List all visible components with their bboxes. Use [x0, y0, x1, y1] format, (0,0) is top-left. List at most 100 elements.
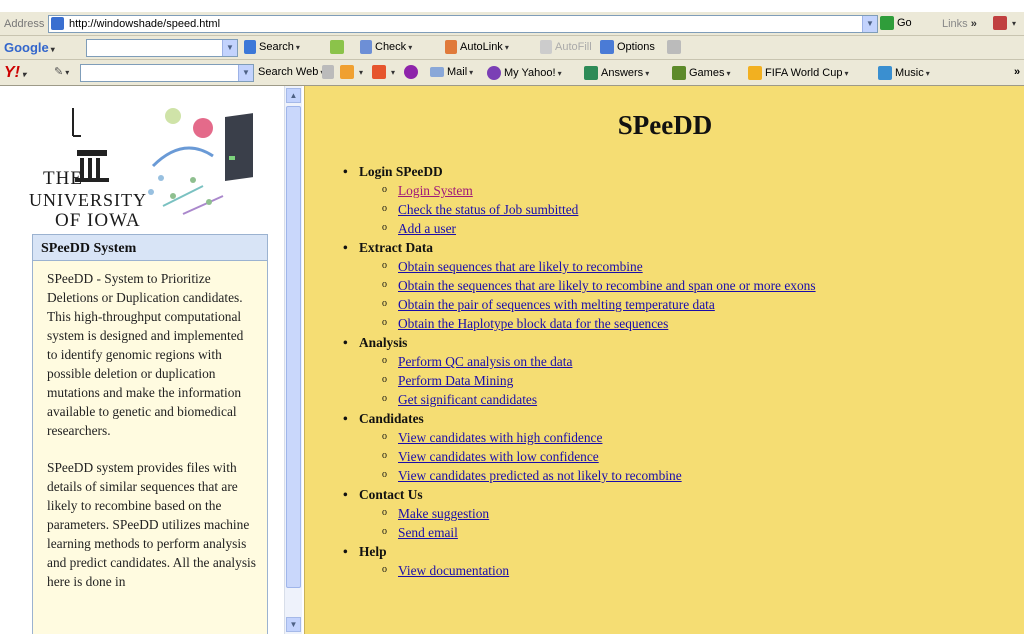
section-login: Login SPeeDD — [337, 162, 1017, 181]
list-item: Obtain the pair of sequences with meltin… — [337, 294, 1017, 314]
sidebar-scrollbar[interactable]: ▲ ▼ — [284, 86, 302, 634]
fifa-label: FIFA World Cup — [765, 66, 843, 79]
my-yahoo-icon — [487, 66, 501, 80]
my-yahoo-button[interactable]: My Yahoo! ▾ — [487, 66, 562, 80]
yahoo-search-input[interactable]: ▼ — [80, 64, 254, 82]
pencil-icon[interactable]: ✎ ▾ — [54, 65, 69, 78]
address-url: http://windowshade/speed.html — [69, 18, 221, 30]
list-item: Check the status of Job sumbitted — [337, 199, 1017, 219]
chevron-down-icon[interactable]: ▼ — [222, 40, 237, 56]
link-check-job-status[interactable]: Check the status of Job sumbitted — [398, 202, 578, 217]
google-g-icon — [244, 40, 256, 54]
scroll-down-arrow-icon[interactable]: ▼ — [286, 617, 301, 632]
go-button[interactable]: Go — [880, 16, 912, 30]
autofill-button[interactable]: AutoFill — [540, 40, 592, 54]
link-low-confidence[interactable]: View candidates with low confidence — [398, 449, 599, 464]
search-web-label: Search Web — [258, 66, 319, 78]
mail-icon — [430, 67, 444, 78]
trophy-icon — [748, 66, 762, 80]
description-paragraph: SPeeDD system provides files with detail… — [47, 460, 256, 589]
logo-university: UNIVERSITY — [29, 190, 147, 210]
highlighter-icon[interactable] — [667, 40, 684, 54]
link-significant-candidates[interactable]: Get significant candidates — [398, 392, 537, 407]
scroll-up-arrow-icon[interactable]: ▲ — [286, 88, 301, 103]
list-item: Login System — [337, 180, 1017, 200]
list-item: Obtain the sequences that are likely to … — [337, 275, 1017, 295]
bookmarks-icon[interactable]: ▾ — [340, 65, 363, 79]
games-label: Games — [689, 66, 725, 79]
options-label: Options — [617, 40, 655, 53]
chevron-down-icon[interactable]: ▼ — [862, 16, 877, 32]
scrollbar-thumb[interactable] — [286, 106, 301, 588]
logo-the: THE — [43, 168, 83, 189]
options-button[interactable]: Options — [600, 40, 655, 54]
link-high-confidence[interactable]: View candidates with high confidence — [398, 430, 602, 445]
toolbar-overflow[interactable]: » — [1014, 66, 1020, 78]
google-search-input[interactable]: ▼ — [86, 39, 238, 57]
fifa-world-cup-button[interactable]: FIFA World Cup ▾ — [748, 66, 848, 80]
address-input[interactable]: http://windowshade/speed.html ▼ — [48, 15, 878, 33]
abc-check-icon — [360, 40, 372, 54]
main-content: SPeeDD Login SPeeDD Login System Check t… — [304, 86, 1024, 634]
link-obtain-sequences[interactable]: Obtain sequences that are likely to reco… — [398, 259, 643, 274]
yahoo-logo[interactable]: Y! ▾ — [4, 64, 26, 82]
navigation-list: Login SPeeDD Login System Check the stat… — [337, 162, 1017, 580]
yahoo-toolbar: Y!▾ ✎▾ ▼ Search Web▾ ▾ ▾ Mail▾ My Yahoo!… — [0, 60, 1024, 86]
list-item: View candidates with low confidence — [337, 446, 1017, 466]
chevron-down-icon[interactable]: ▼ — [238, 65, 253, 81]
link-melting-temperature[interactable]: Obtain the pair of sequences with meltin… — [398, 297, 715, 312]
address-bar: Address http://windowshade/speed.html ▼ … — [0, 12, 1024, 36]
google-search-button[interactable]: Search ▾ — [244, 40, 300, 54]
link-not-likely[interactable]: View candidates predicted as not likely … — [398, 468, 682, 483]
autolink-icon — [445, 40, 457, 54]
list-item: Obtain sequences that are likely to reco… — [337, 256, 1017, 276]
section-analysis: Analysis — [337, 333, 1017, 352]
google-logo-text: Google — [4, 40, 49, 55]
link-qc-analysis[interactable]: Perform QC analysis on the data — [398, 354, 572, 369]
sidebar-frame: THE UNIVERSITY OF IOWA SPeeDD System SPe… — [0, 86, 304, 634]
games-icon — [672, 66, 686, 80]
list-item: Add a user — [337, 218, 1017, 238]
link-view-documentation[interactable]: View documentation — [398, 563, 509, 578]
ie-page-icon — [51, 17, 67, 30]
web-sites-icon[interactable]: ▾ — [372, 65, 395, 79]
link-obtain-exon-sequences[interactable]: Obtain the sequences that are likely to … — [398, 278, 816, 293]
link-make-suggestion[interactable]: Make suggestion — [398, 506, 489, 521]
my-yahoo-label: My Yahoo! — [504, 66, 556, 79]
list-item: View candidates predicted as not likely … — [337, 465, 1017, 485]
list-item: Obtain the Haplotype block data for the … — [337, 313, 1017, 333]
translate-icon[interactable]: ▾ — [993, 16, 1016, 30]
music-button[interactable]: Music ▾ — [878, 66, 930, 80]
list-item: Perform QC analysis on the data — [337, 351, 1017, 371]
university-logo: THE UNIVERSITY OF IOWA — [29, 96, 261, 234]
system-info-panel: SPeeDD System SPeeDD - System to Priorit… — [32, 234, 268, 634]
system-panel-title: SPeeDD System — [33, 235, 267, 261]
google-logo[interactable]: Google ▾ — [4, 40, 55, 55]
link-data-mining[interactable]: Perform Data Mining — [398, 373, 513, 388]
system-description: SPeeDD - System to Prioritize Deletions … — [33, 261, 267, 591]
mail-label: Mail — [447, 66, 468, 78]
link-haplotype-block[interactable]: Obtain the Haplotype block data for the … — [398, 316, 668, 331]
link-add-user[interactable]: Add a user — [398, 221, 456, 236]
games-button[interactable]: Games ▾ — [672, 66, 730, 80]
links-label: Links — [942, 18, 968, 30]
link-send-email[interactable]: Send email — [398, 525, 458, 540]
spell-check-button[interactable]: Check ▾ — [360, 40, 412, 54]
highlight-icon[interactable] — [322, 65, 337, 79]
mail-button[interactable]: Mail ▾ — [430, 66, 473, 78]
links-button[interactable]: Links » — [942, 18, 977, 30]
section-contact: Contact Us — [337, 485, 1017, 504]
messenger-icon[interactable] — [404, 65, 421, 79]
list-item: Send email — [337, 522, 1017, 542]
music-icon — [878, 66, 892, 80]
address-label: Address — [4, 18, 45, 30]
autolink-button[interactable]: AutoLink ▾ — [445, 40, 509, 54]
link-login-system[interactable]: Login System — [398, 183, 473, 198]
search-web-button[interactable]: Search Web▾ — [258, 66, 324, 78]
autofill-label: AutoFill — [555, 40, 592, 53]
section-candidates: Candidates — [337, 409, 1017, 428]
pagerank-icon[interactable] — [330, 40, 347, 54]
music-label: Music — [895, 66, 924, 79]
section-help: Help — [337, 542, 1017, 561]
answers-button[interactable]: Answers ▾ — [584, 66, 649, 80]
